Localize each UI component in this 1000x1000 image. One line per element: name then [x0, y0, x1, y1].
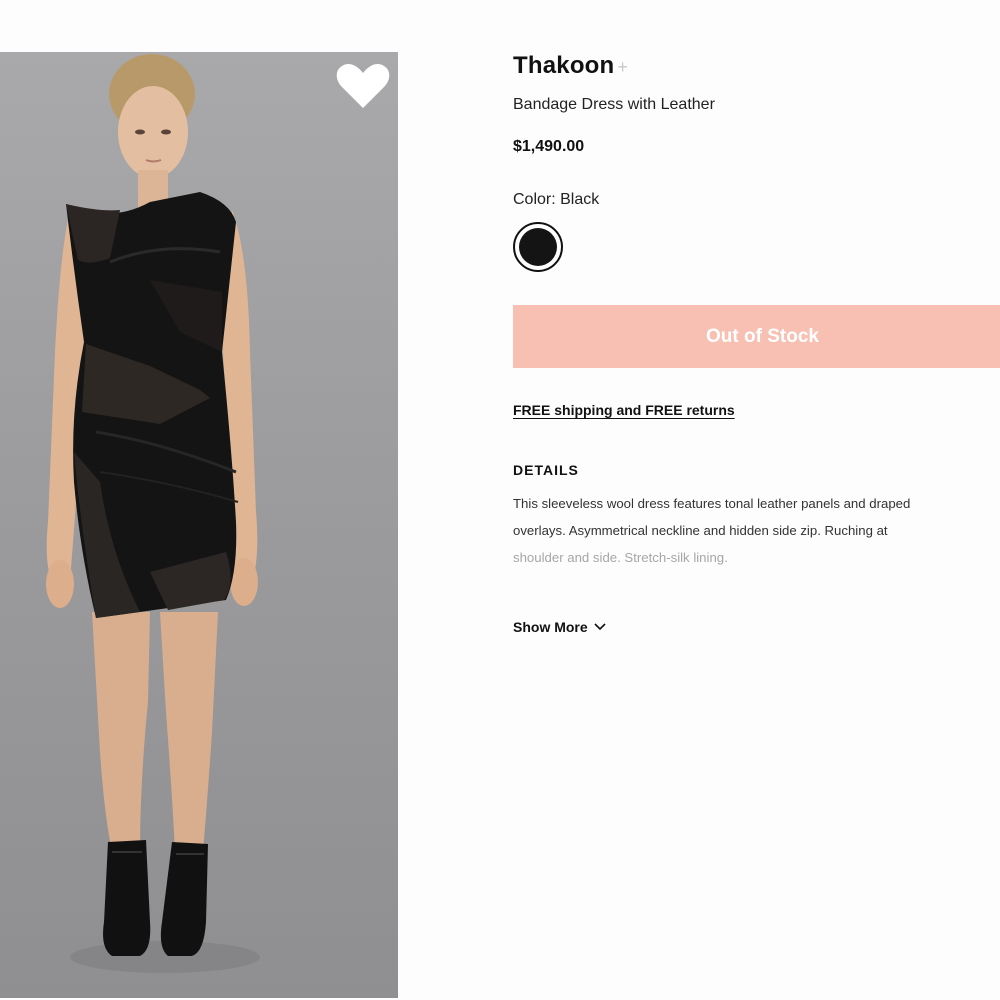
color-label: Color: Black: [513, 191, 600, 208]
brand-link[interactable]: Thakoon: [513, 52, 614, 80]
product-info: Thakoon + Bandage Dress with Leather $1,…: [513, 52, 1000, 637]
brand-row: Thakoon +: [513, 52, 1000, 86]
model-photo: [46, 54, 260, 973]
product-price: $1,490.00: [513, 138, 585, 155]
details-line: shoulder and side. Stretch-silk lining.: [513, 550, 728, 565]
swatch-fill: [519, 228, 557, 266]
color-swatch-black[interactable]: [513, 222, 563, 272]
out-of-stock-button[interactable]: Out of Stock: [513, 305, 1000, 368]
show-more-label: Show More: [513, 619, 588, 635]
show-more-button[interactable]: Show More: [513, 619, 606, 635]
follow-brand-button[interactable]: +: [617, 57, 628, 78]
product-name: Bandage Dress with Leather: [513, 96, 715, 113]
details-line: overlays. Asymmetrical neckline and hidd…: [513, 523, 888, 538]
product-image[interactable]: [0, 52, 398, 998]
chevron-down-icon: [594, 623, 606, 631]
details-heading: DETAILS: [513, 462, 579, 478]
details-description: This sleeveless wool dress features tona…: [513, 490, 1000, 571]
shipping-returns-link[interactable]: FREE shipping and FREE returns: [513, 402, 735, 418]
heart-icon: [336, 64, 390, 108]
favorite-button[interactable]: [335, 62, 391, 112]
product-page: Thakoon + Bandage Dress with Leather $1,…: [0, 0, 1000, 1000]
details-line: This sleeveless wool dress features tona…: [513, 496, 911, 511]
